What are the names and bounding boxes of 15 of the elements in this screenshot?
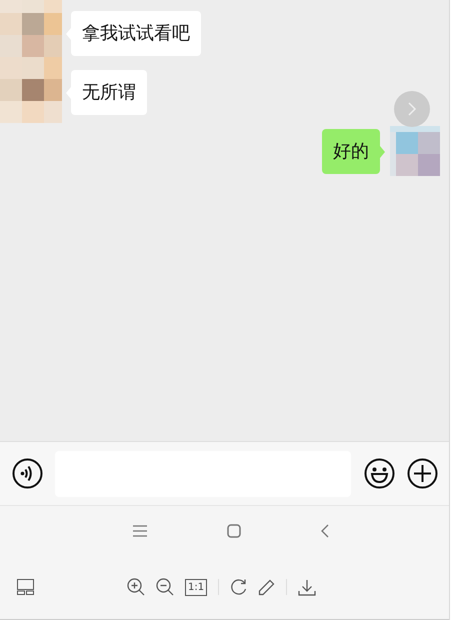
emoji-icon[interactable] (364, 458, 395, 489)
rotate-icon[interactable] (230, 578, 248, 596)
zoom-out-icon[interactable] (156, 578, 174, 596)
plus-icon[interactable] (407, 458, 438, 489)
home-icon[interactable] (226, 524, 240, 538)
menu-icon[interactable] (132, 524, 146, 536)
chevron-right-icon (407, 101, 417, 117)
thumbnails-icon[interactable] (17, 579, 34, 595)
actual-size-button[interactable]: 1:1 (185, 578, 208, 596)
bubble-tail (380, 146, 385, 158)
back-icon[interactable] (320, 524, 328, 538)
pencil-icon[interactable] (258, 578, 276, 596)
voice-icon[interactable] (12, 458, 43, 489)
download-icon[interactable] (298, 578, 316, 596)
zoom-in-icon[interactable] (127, 578, 145, 596)
